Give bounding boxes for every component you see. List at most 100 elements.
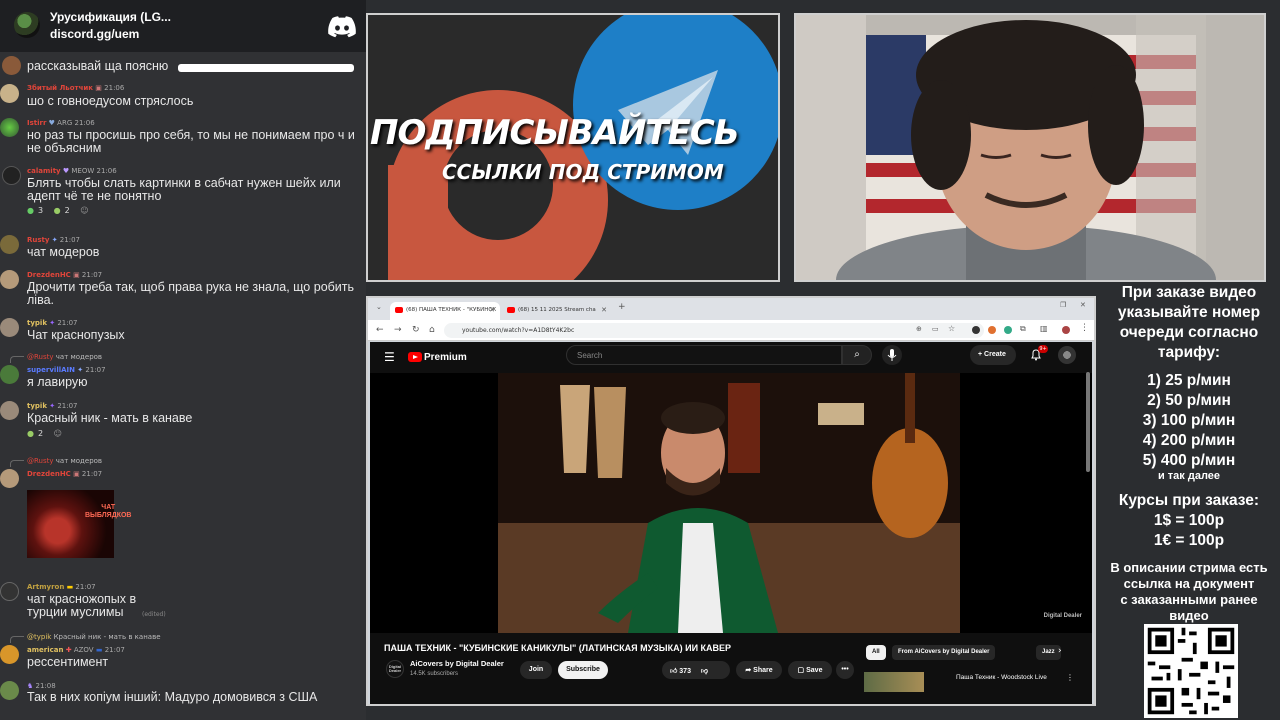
new-tab-icon[interactable]: +: [618, 302, 626, 312]
add-reaction-icon[interactable]: ☺: [80, 206, 88, 215]
rate-line: 1$ = 100р: [1153, 512, 1225, 529]
username[interactable]: Збитый Льотчик: [27, 84, 93, 92]
edited-label: (edited): [142, 611, 166, 618]
video-player[interactable]: Digital Dealer: [370, 373, 1092, 633]
etc-label: и так далее: [1157, 470, 1221, 482]
browser-tab[interactable]: (68) 15 11 2025 Stream cha ✕: [502, 302, 612, 320]
tariff-line: 3) 100 р/мин: [1142, 412, 1236, 429]
channel-name[interactable]: AiCovers by Digital Dealer: [410, 659, 504, 668]
youtube-logo-icon[interactable]: [408, 352, 422, 362]
recommended-title[interactable]: Паша Техник - Woodstock Live: [956, 674, 1047, 681]
home-icon[interactable]: ⌂: [429, 325, 435, 335]
extensions-puzzle-icon[interactable]: ⧉: [1020, 324, 1026, 334]
username[interactable]: supervillAIN: [27, 366, 75, 374]
search-icon[interactable]: ⌕: [842, 345, 872, 365]
attached-image[interactable]: ЧАТ ВЫБЛЯДКОВ: [27, 490, 131, 558]
install-icon[interactable]: ▭: [932, 325, 939, 333]
username[interactable]: american: [27, 646, 63, 654]
username[interactable]: typik: [27, 402, 47, 410]
join-button[interactable]: Join: [520, 661, 552, 679]
save-button[interactable]: ▢ Save: [788, 661, 832, 679]
tab-list-icon[interactable]: ⌄: [376, 303, 382, 311]
zoom-icon[interactable]: ⊕: [916, 325, 922, 333]
user-badge: AZOV: [73, 646, 94, 654]
message-text: Дрочити треба так, щоб права рука не зна…: [27, 280, 355, 307]
thumbs-down-icon[interactable]: 👎︎: [701, 668, 708, 675]
restore-window-icon[interactable]: ❐: [1060, 301, 1066, 309]
tariff-line: 2) 50 р/мин: [1147, 392, 1231, 409]
like-count: 373: [679, 668, 691, 675]
reaction-emoji-icon[interactable]: ●: [54, 206, 61, 215]
reaction-emoji-icon[interactable]: ●: [27, 429, 34, 438]
extension-icon[interactable]: [988, 326, 996, 334]
youtube-topbar: ☰ Premium Search ⌕ + Create 9+: [370, 342, 1092, 372]
tariff-line: 4) 200 р/мин: [1142, 432, 1236, 449]
reactions: ● 3 ● 2 ☺: [27, 206, 93, 215]
reply-preview[interactable]: @Rusty чат модеров: [27, 457, 102, 465]
chevron-right-icon[interactable]: ›: [1058, 646, 1062, 656]
share-button[interactable]: ➦ Share: [736, 661, 782, 679]
reaction-emoji-icon[interactable]: ●: [27, 206, 34, 215]
close-window-icon[interactable]: ✕: [1080, 301, 1086, 309]
profile-avatar[interactable]: [1062, 326, 1070, 334]
filter-chip-all[interactable]: All: [866, 645, 886, 660]
video-scene-graphic: [498, 373, 960, 633]
avatar: [0, 401, 19, 420]
message-text: Так в них копіум інший: Мадуро домовився…: [27, 690, 318, 704]
username[interactable]: Artmyron: [27, 583, 64, 591]
reply-preview[interactable]: @typik Красный ник - мать в канаве: [27, 633, 161, 641]
banner-subtitle: ССЫЛКИ ПОД СТРИМОМ: [442, 160, 724, 184]
channel-watermark[interactable]: Digital Dealer: [1044, 613, 1082, 619]
filter-chip-jazz[interactable]: Jazz: [1036, 645, 1061, 660]
like-button[interactable]: 👍︎ 373 👎︎: [662, 661, 730, 679]
username[interactable]: DrezdenHC: [27, 470, 71, 478]
server-invite-link: discord.gg/uem: [50, 27, 140, 41]
address-bar[interactable]: youtube.com/watch?v=A1D8tY4K2bc: [444, 323, 984, 338]
reaction-count: 3: [37, 206, 44, 215]
search-input[interactable]: Search: [566, 345, 842, 365]
bookmark-star-icon[interactable]: ☆: [948, 324, 955, 333]
reply-preview[interactable]: @Rusty чат модеров: [27, 353, 102, 361]
forward-icon[interactable]: →: [394, 325, 402, 335]
timestamp: 21:07: [57, 319, 78, 327]
message-text: Красный ник - мать в канаве: [27, 411, 193, 425]
description-line: В описании стрима есть: [1110, 560, 1268, 575]
close-tab-icon[interactable]: ✕: [489, 306, 495, 314]
browser-tab-active[interactable]: (68) ПАША ТЕХНИК - "КУБИНСК ✕: [390, 302, 500, 320]
recommended-thumbnail[interactable]: [864, 672, 924, 692]
close-tab-icon[interactable]: ✕: [601, 306, 607, 314]
username[interactable]: DrezdenHC: [27, 271, 71, 279]
subscribe-banner: ПОДПИСЫВАЙТЕСЬ ССЫЛКИ ПОД СТРИМОМ: [366, 13, 780, 282]
add-reaction-icon[interactable]: ☺: [54, 429, 62, 438]
more-vert-icon[interactable]: ⋮: [1066, 673, 1074, 682]
youtube-brand[interactable]: Premium: [424, 352, 467, 363]
avatar: [0, 318, 19, 337]
page-scrollbar[interactable]: [1086, 372, 1090, 472]
username[interactable]: calamity: [27, 167, 61, 175]
username[interactable]: Istirr: [27, 119, 46, 127]
message-text: Чат краснопузых: [27, 328, 125, 342]
account-avatar[interactable]: [1058, 346, 1076, 364]
timestamp: 21:08: [35, 682, 56, 690]
timestamp: 21:07: [85, 366, 106, 374]
channel-avatar[interactable]: Digital Dealer: [386, 660, 404, 678]
filter-chip-from-channel[interactable]: From AiCovers by Digital Dealer: [892, 645, 996, 660]
notification-count-badge: 9+: [1038, 345, 1048, 353]
back-icon[interactable]: ←: [376, 325, 384, 335]
tariff-line: 1) 25 р/мин: [1147, 372, 1231, 389]
browser-menu-icon[interactable]: ⋮: [1080, 323, 1089, 333]
extension-icon[interactable]: [1004, 326, 1012, 334]
create-button[interactable]: + Create: [970, 345, 1016, 365]
voice-search-mic-icon[interactable]: [882, 345, 902, 365]
username[interactable]: Rusty: [27, 236, 49, 244]
menu-hamburger-icon[interactable]: ☰: [384, 350, 395, 364]
reload-icon[interactable]: ↻: [412, 325, 420, 335]
sidebar-icon[interactable]: ▥: [1040, 324, 1048, 333]
message-text: шо с говноедусом стряслось: [27, 94, 194, 108]
username[interactable]: typik: [27, 319, 47, 327]
extension-icon[interactable]: [972, 326, 980, 334]
subscribe-button[interactable]: Subscribe: [558, 661, 608, 679]
info-heading-line: очереди согласно: [1119, 324, 1259, 341]
banner-title: ПОДПИСЫВАЙТЕСЬ: [370, 113, 740, 153]
more-actions-button[interactable]: •••: [836, 661, 854, 679]
